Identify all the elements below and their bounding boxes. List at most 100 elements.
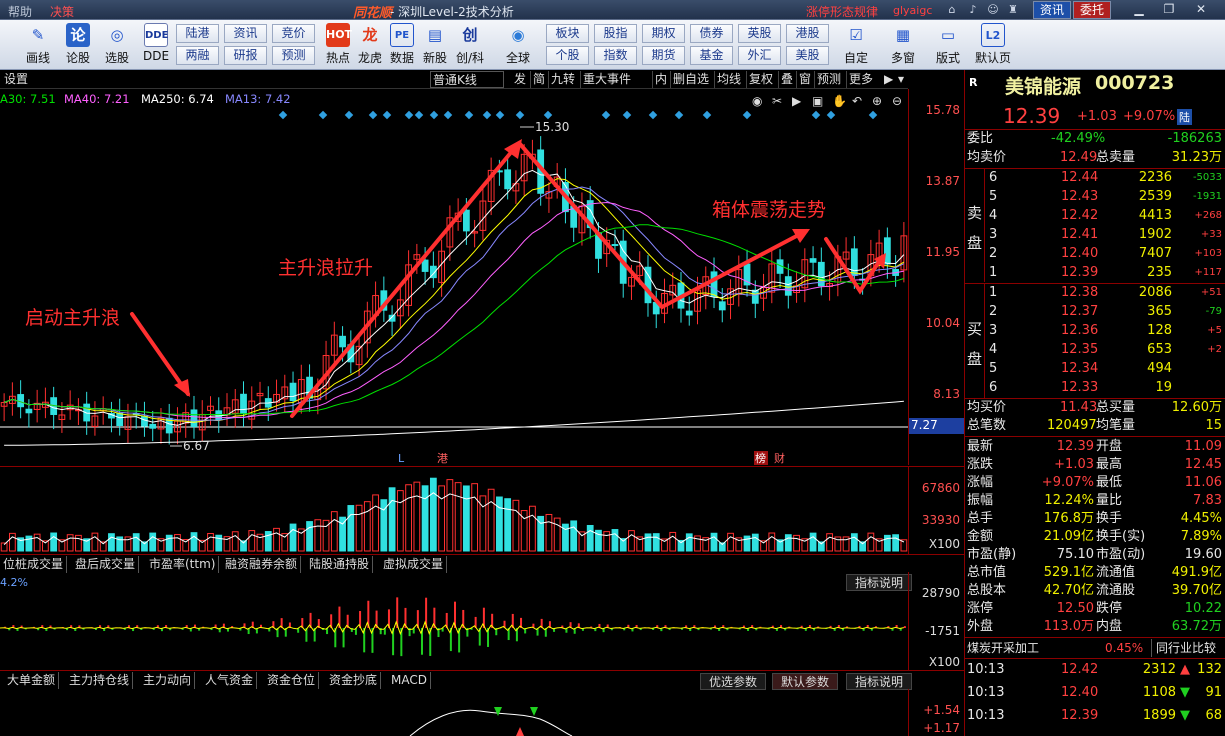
close-icon[interactable]: ✕ — [1190, 1, 1212, 18]
tab-6[interactable]: 虚拟成交量 — [380, 556, 448, 573]
tab-4[interactable]: 融资融券余额 — [222, 556, 302, 573]
custom-button[interactable]: ☑ 自定 — [838, 23, 874, 69]
person-icon[interactable]: ☺ — [986, 4, 1000, 16]
btn-uk-stock[interactable]: 英股 — [738, 24, 781, 43]
event-marker[interactable] — [482, 110, 492, 120]
minimize-icon[interactable]: ▁ — [1128, 1, 1150, 18]
chartbar-item-8[interactable]: 叠 — [778, 71, 795, 88]
shirt-icon[interactable]: ♜ — [1006, 4, 1020, 16]
event-marker[interactable] — [674, 110, 684, 120]
buy-order-row[interactable]: 3 12.36 128 +5 — [965, 322, 1225, 340]
tab-3[interactable]: 市盈率(ttm) — [146, 556, 220, 573]
btn-options[interactable]: 期权 — [642, 24, 685, 43]
tab2-3[interactable]: 主力动向 — [140, 672, 196, 689]
btn-research[interactable]: 研报 — [224, 46, 267, 65]
ind2-chart[interactable] — [0, 689, 908, 736]
volume-chart[interactable] — [0, 467, 908, 554]
chuang-ke-button[interactable]: 创创/科 — [452, 23, 488, 69]
sell-order-row[interactable]: 4 12.42 4413 +268 — [965, 207, 1225, 225]
order-button[interactable]: 委托 — [1073, 1, 1112, 19]
btn-margin[interactable]: 两融 — [176, 46, 219, 65]
sell-order-row[interactable]: 1 12.39 235 +117 — [965, 264, 1225, 282]
draw-line-button[interactable]: ✎ 画线 — [20, 23, 56, 69]
chartbar-item-7[interactable]: 复权 — [746, 71, 775, 88]
chartbar-item-10[interactable]: 预测 — [814, 71, 843, 88]
discuss-button[interactable]: 论论股 — [60, 23, 96, 69]
event-marker[interactable] — [601, 110, 611, 120]
event-marker[interactable] — [543, 110, 553, 120]
btn-bonds[interactable]: 债券 — [690, 24, 733, 43]
pick-stock-button[interactable]: ◎ 选股 — [99, 23, 135, 69]
btn-forex[interactable]: 外汇 — [738, 46, 781, 65]
event-marker[interactable] — [811, 110, 821, 120]
tab2-1[interactable]: 大单金额 — [4, 672, 60, 689]
optimal-params-button[interactable]: 优选参数 — [700, 673, 767, 690]
ind2-help-button[interactable]: 指标说明 — [846, 673, 913, 690]
default-page-button[interactable]: L2 默认页 — [972, 23, 1014, 69]
buy-order-row[interactable]: 2 12.37 365 -79 — [965, 303, 1225, 321]
chartbar-item-3[interactable]: 重大事件 — [580, 71, 633, 88]
event-marker[interactable] — [429, 110, 439, 120]
btn-news[interactable]: 资讯 — [224, 24, 267, 43]
event-marker[interactable] — [318, 110, 328, 120]
event-marker[interactable] — [495, 110, 505, 120]
sell-order-row[interactable]: 6 12.44 2236 -5033 — [965, 169, 1225, 187]
buy-order-row[interactable]: 5 12.34 494 — [965, 360, 1225, 378]
tab2-4[interactable]: 人气资金 — [202, 672, 258, 689]
buy-order-row[interactable]: 4 12.35 653 +2 — [965, 341, 1225, 359]
sell-order-row[interactable]: 2 12.40 7407 +103 — [965, 245, 1225, 263]
event-marker[interactable] — [515, 110, 525, 120]
btn-us-stock[interactable]: 美股 — [786, 46, 829, 65]
btn-index[interactable]: 指数 — [594, 46, 637, 65]
ind1-help-button[interactable]: 指标说明 — [846, 574, 913, 591]
industry-name[interactable]: 煤炭开采加工 — [967, 639, 1039, 657]
event-marker[interactable] — [344, 110, 354, 120]
fund-flow-chart[interactable] — [0, 572, 908, 670]
btn-lugang[interactable]: 陆港 — [176, 24, 219, 43]
btn-individual[interactable]: 个股 — [546, 46, 589, 65]
dragon-tiger-button[interactable]: 龙龙虎 — [352, 23, 388, 69]
btn-forecast[interactable]: 预测 — [272, 46, 315, 65]
data-button[interactable]: PE 数据 — [384, 23, 420, 69]
chartbar-item-0[interactable]: 发 — [512, 71, 528, 88]
chartbar-item-11[interactable]: 更多 — [846, 71, 875, 88]
menu-help[interactable]: 帮助 — [8, 3, 32, 20]
news-button[interactable]: 资讯 — [1033, 1, 1072, 19]
tab2-macd[interactable]: MACD — [388, 672, 431, 689]
tab2-2[interactable]: 主力持仓线 — [66, 672, 134, 689]
event-marker[interactable] — [443, 110, 453, 120]
pattern-link[interactable]: 涨停形态规律 — [806, 3, 878, 20]
btn-auction[interactable]: 竞价 — [272, 24, 315, 43]
sell-order-row[interactable]: 5 12.43 2539 -1931 — [965, 188, 1225, 206]
event-marker[interactable] — [826, 110, 836, 120]
kline-chart[interactable]: 15.30 6.67 L 港 榜 财 ◉ ✂ ▶ ▣ ✋ ↶ ⊕ ⊖ — [0, 89, 908, 465]
settings-button[interactable]: 设置 — [2, 71, 30, 88]
buy-order-row[interactable]: 6 12.33 19 — [965, 379, 1225, 397]
event-marker[interactable] — [464, 110, 474, 120]
chevron-down-icon[interactable]: ▾ — [896, 71, 906, 88]
event-marker[interactable] — [382, 110, 392, 120]
hot-button[interactable]: HOT 热点 — [320, 23, 356, 69]
chartbar-item-9[interactable]: 窗 — [796, 71, 813, 88]
buy-order-row[interactable]: 1 12.38 2086 +51 — [965, 284, 1225, 302]
event-marker[interactable] — [648, 110, 658, 120]
event-marker[interactable] — [868, 110, 878, 120]
event-marker[interactable] — [414, 110, 424, 120]
btn-funds[interactable]: 基金 — [690, 46, 733, 65]
tab2-6[interactable]: 资金抄底 — [326, 672, 382, 689]
event-marker[interactable] — [702, 110, 712, 120]
restore-icon[interactable]: ❐ — [1158, 1, 1180, 18]
chartbar-item-1[interactable]: 简 — [530, 71, 547, 88]
btn-index-futures[interactable]: 股指 — [594, 24, 637, 43]
chartbar-item-6[interactable]: 均线 — [714, 71, 743, 88]
globe-button[interactable]: ◉ 全球 — [500, 23, 536, 69]
tab-2[interactable]: 盘后成交量 — [72, 556, 140, 573]
btn-sector[interactable]: 板块 — [546, 24, 589, 43]
sell-order-row[interactable]: 3 12.41 1902 +33 — [965, 226, 1225, 244]
tab-1[interactable]: 位桩成交量 — [0, 556, 68, 573]
chartbar-item-2[interactable]: 九转 — [548, 71, 577, 88]
chartbar-item-5[interactable]: 删自选 — [670, 71, 711, 88]
tab-5[interactable]: 陆股通持股 — [306, 556, 374, 573]
event-marker[interactable] — [404, 110, 414, 120]
default-params-button[interactable]: 默认参数 — [772, 673, 839, 690]
